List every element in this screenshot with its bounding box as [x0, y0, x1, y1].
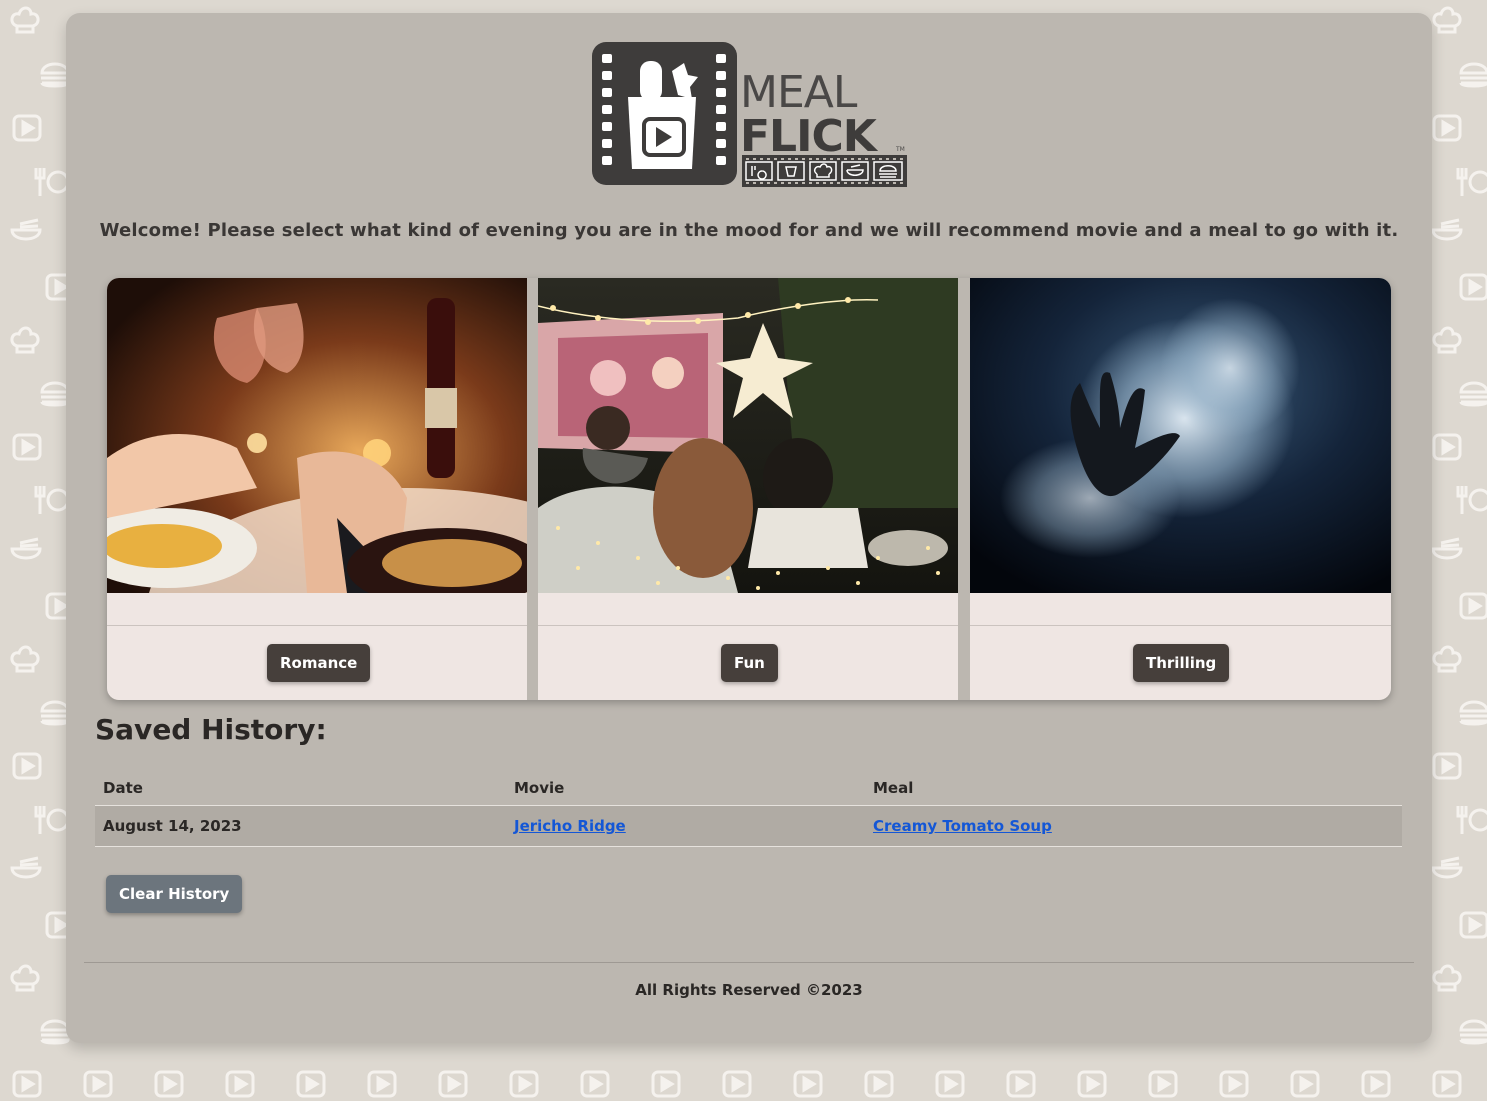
- footer-divider: [84, 962, 1414, 963]
- thrilling-image: [970, 278, 1391, 593]
- romance-image: [107, 278, 527, 593]
- romance-button[interactable]: Romance: [267, 644, 371, 682]
- card-divider: [107, 625, 527, 626]
- card-gap: [959, 278, 970, 700]
- fun-image: [538, 278, 958, 593]
- movie-link[interactable]: Jericho Ridge: [514, 817, 626, 835]
- mood-card-fun: Fun: [538, 278, 958, 700]
- fun-button[interactable]: Fun: [721, 644, 778, 682]
- column-header-meal: Meal: [865, 770, 1402, 806]
- history-movie-cell: Jericho Ridge: [506, 805, 865, 847]
- mood-card-romance: Romance: [107, 278, 527, 700]
- saved-history-title: Saved History:: [95, 713, 327, 746]
- logo-trademark: TM: [895, 146, 905, 153]
- mood-card-thrilling: Thrilling: [970, 278, 1391, 700]
- mood-cards: Romance Fun Thrilling: [107, 278, 1391, 700]
- history-date: August 14, 2023: [95, 805, 506, 847]
- footer-copyright: All Rights Reserved ©2023: [635, 981, 863, 999]
- history-header-row: Date Movie Meal: [95, 770, 1402, 806]
- history-table: Date Movie Meal August 14, 2023 Jericho …: [95, 770, 1402, 847]
- table-row: August 14, 2023 Jericho Ridge Creamy Tom…: [95, 805, 1402, 847]
- logo-text-flick: FLICK: [740, 111, 879, 162]
- history-meal-cell: Creamy Tomato Soup: [865, 805, 1402, 847]
- meal-link[interactable]: Creamy Tomato Soup: [873, 817, 1052, 835]
- clear-history-button[interactable]: Clear History: [106, 875, 243, 913]
- card-gap: [527, 278, 538, 700]
- meal-flick-logo: MEAL FLICK TM: [592, 42, 907, 187]
- welcome-message: Welcome! Please select what kind of even…: [99, 220, 1399, 241]
- column-header-movie: Movie: [506, 770, 865, 806]
- column-header-date: Date: [95, 770, 506, 806]
- card-divider: [970, 625, 1391, 626]
- card-divider: [538, 625, 958, 626]
- main-panel: MEAL FLICK TM Welcome! Please select wha…: [66, 13, 1432, 1043]
- thrilling-button[interactable]: Thrilling: [1133, 644, 1230, 682]
